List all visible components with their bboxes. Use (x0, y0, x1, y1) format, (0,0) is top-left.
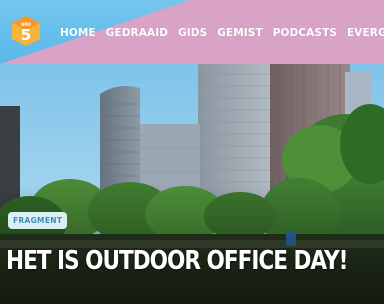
logo-number: 5 (21, 26, 31, 44)
nav-gids[interactable]: GIDS (178, 27, 207, 39)
nav-podcasts[interactable]: PODCASTS (273, 27, 337, 39)
nav-evergreen[interactable]: EVERGREEN (347, 27, 384, 39)
nav-gemist[interactable]: GEMIST (217, 27, 262, 39)
nav-home[interactable]: HOME (60, 27, 96, 39)
hero-title[interactable]: HET IS OUTDOOR OFFICE DAY! (6, 246, 349, 276)
logo-small-text: NPO (21, 22, 31, 27)
station-logo[interactable]: 5 NPO (10, 14, 42, 48)
nav-gedraaid[interactable]: GEDRAAID (106, 27, 168, 39)
fragment-badge[interactable]: FRAGMENT (8, 212, 68, 229)
main-nav: HOME GEDRAAID GIDS GEMIST PODCASTS EVERG… (60, 27, 384, 39)
page: 5 NPO HOME GEDRAAID GIDS GEMIST PODCASTS… (0, 0, 384, 304)
site-header: 5 NPO HOME GEDRAAID GIDS GEMIST PODCASTS… (0, 0, 384, 64)
npo3-logo-icon: 5 NPO (12, 16, 40, 46)
